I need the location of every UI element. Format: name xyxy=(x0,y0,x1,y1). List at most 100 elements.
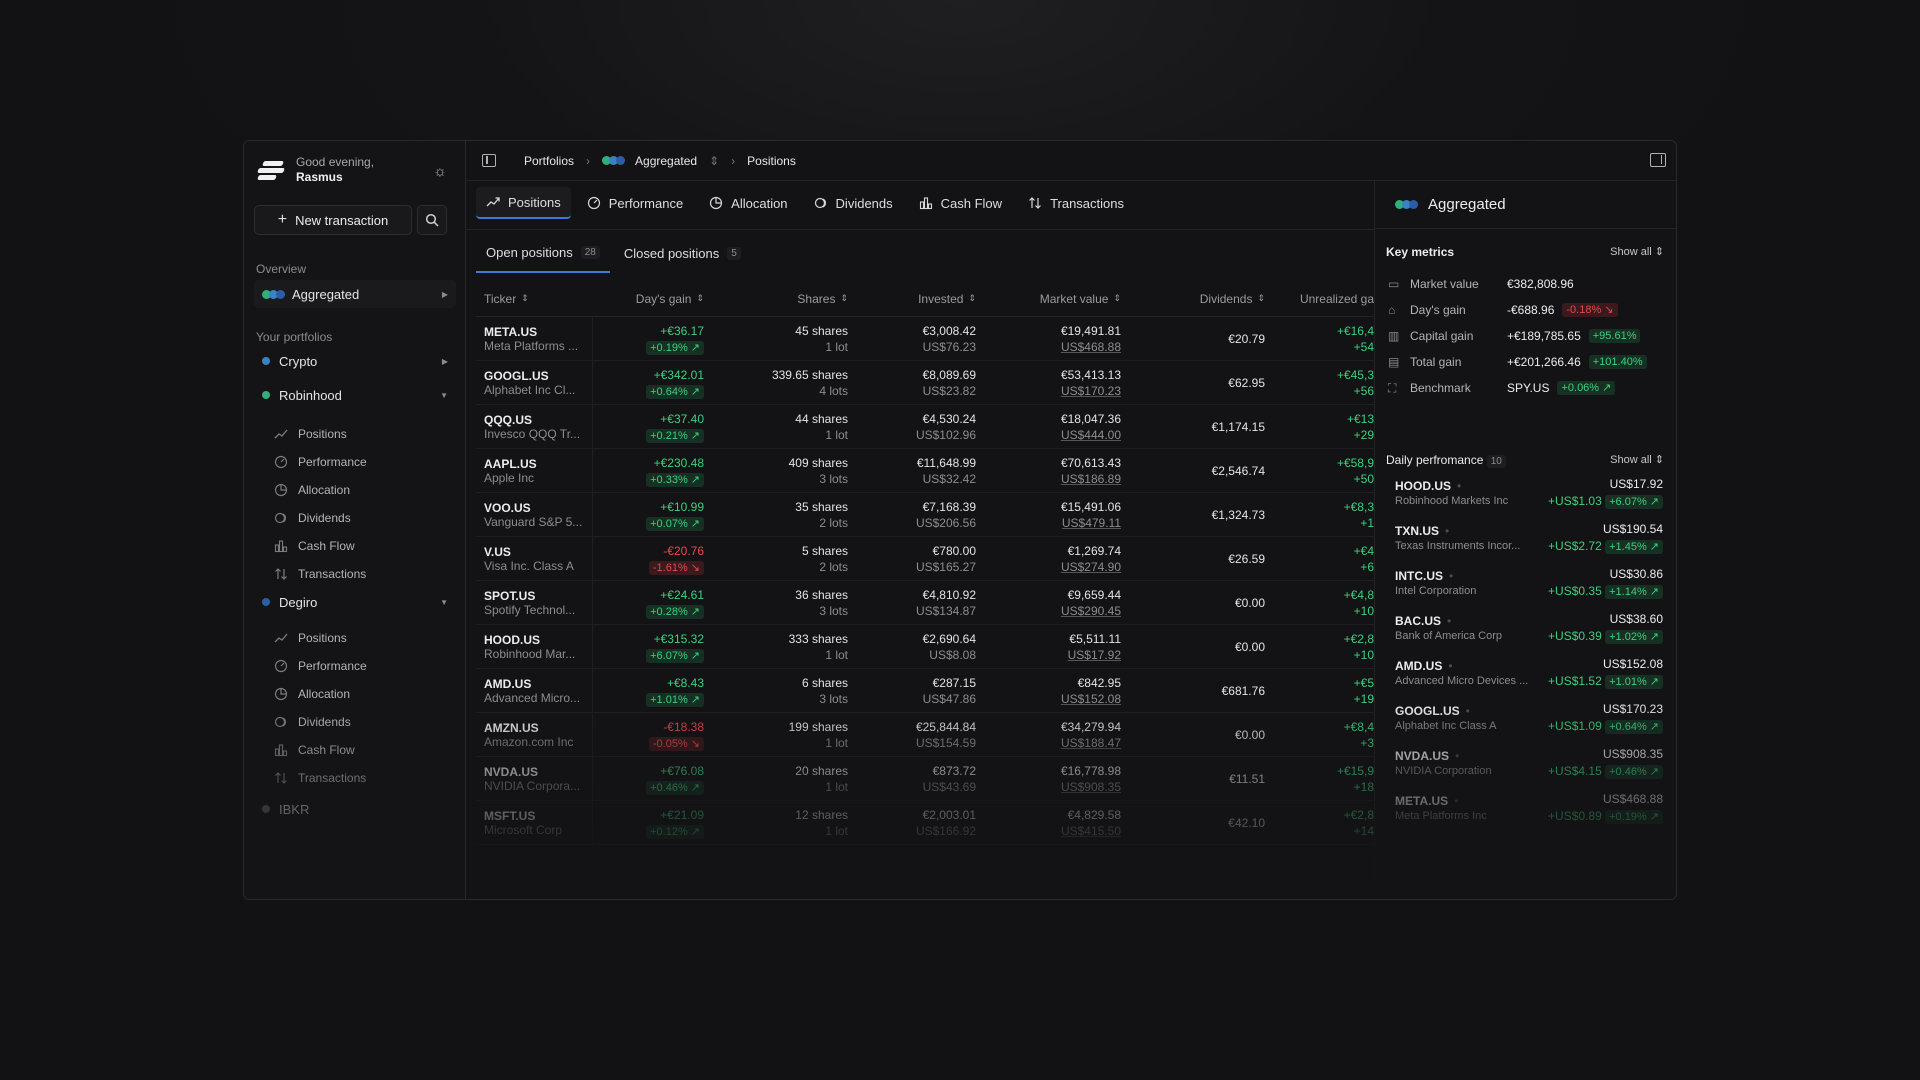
daily-performance-item[interactable]: TXN.US • Texas Instruments Incor... US$190.… xyxy=(1395,520,1663,565)
table-row[interactable]: SPOT.US Spotify Technol... +€24.61 +0.28% ↗… xyxy=(476,581,1374,625)
table-row[interactable]: V.US Visa Inc. Class A -€20.76 -1.61% ↘ 5 sh… xyxy=(476,537,1374,581)
robinhood-transactions[interactable]: Transactions xyxy=(274,563,366,585)
lots-value: 3 lots xyxy=(819,691,848,706)
tab-allocation[interactable]: Allocation xyxy=(699,187,797,219)
daily-performance-item[interactable]: META.US • Meta Platforms Inc US$468.88 +US$0… xyxy=(1395,790,1663,835)
tab-positions[interactable]: Positions xyxy=(476,187,571,219)
degiro-transactions[interactable]: Transactions xyxy=(274,767,366,789)
invested-cell: €25,844.84 US$154.59 xyxy=(848,719,976,751)
breadcrumb-aggregated[interactable]: Aggregated xyxy=(635,154,697,168)
degiro-dividends[interactable]: Dividends xyxy=(274,711,351,733)
table-row[interactable]: NVDA.US NVIDIA Corpora... +€76.08 +0.46% ↗ 2… xyxy=(476,757,1374,801)
robinhood-allocation[interactable]: Allocation xyxy=(274,479,350,501)
robinhood-cash-flow[interactable]: Cash Flow xyxy=(274,535,355,557)
current-price-link[interactable]: US$290.45 xyxy=(976,603,1121,619)
right-panel-toggle-icon[interactable] xyxy=(1650,153,1666,167)
daily-performance-item[interactable]: HOOD.US • Robinhood Markets Inc US$17.92 +US… xyxy=(1395,475,1663,520)
sidebar-item-degiro[interactable]: Degiro ▼ xyxy=(254,588,456,616)
daily-company-name: Intel Corporation xyxy=(1395,585,1477,597)
col-market-value[interactable]: Market value ⇕ xyxy=(976,292,1121,306)
degiro-allocation[interactable]: Allocation xyxy=(274,683,350,705)
col-ticker[interactable]: Ticker ⇕ xyxy=(476,281,593,316)
current-price-link[interactable]: US$415.50 xyxy=(976,823,1121,839)
table-row[interactable]: VOO.US Vanguard S&P 5... +€10.99 +0.07% ↗ 35… xyxy=(476,493,1374,537)
market-value: €16,778.98 xyxy=(1060,763,1121,778)
bar-chart-icon xyxy=(274,744,288,757)
ticker-symbol: V.US xyxy=(484,544,511,559)
ticker-symbol: VOO.US xyxy=(484,500,531,515)
current-price-link[interactable]: US$274.90 xyxy=(976,559,1121,575)
col-dividends[interactable]: Dividends ⇕ xyxy=(1121,292,1265,306)
coins-icon xyxy=(274,512,287,524)
current-price-link[interactable]: US$188.47 xyxy=(976,735,1121,751)
current-price-link[interactable]: US$479.11 xyxy=(976,515,1121,531)
sidebar-item-ibkr[interactable]: IBKR xyxy=(254,795,456,823)
table-row[interactable]: QQQ.US Invesco QQQ Tr... +€37.40 +0.21% ↗ 44… xyxy=(476,405,1374,449)
sidebar-item-aggregated[interactable]: Aggregated ▶ xyxy=(254,280,456,308)
metric-label: Market value xyxy=(1410,277,1479,291)
shares-cell: 45 shares 1 lot xyxy=(710,323,848,355)
col-days-gain[interactable]: Day's gain ⇕ xyxy=(593,292,710,306)
degiro-positions[interactable]: Positions xyxy=(274,627,347,649)
chevron-updown-icon[interactable]: ⇕ xyxy=(709,154,719,168)
degiro-cash-flow[interactable]: Cash Flow xyxy=(274,739,355,761)
daily-performance-item[interactable]: NVDA.US • NVIDIA Corporation US$908.35 +US$4… xyxy=(1395,745,1663,790)
sidebar-item-label: Robinhood xyxy=(279,387,342,403)
tab-dividends[interactable]: Dividends xyxy=(804,187,903,219)
tab-performance[interactable]: Performance xyxy=(577,187,693,219)
daily-performance-item[interactable]: AMD.US • Advanced Micro Devices ... US$152.… xyxy=(1395,655,1663,700)
robinhood-positions[interactable]: Positions xyxy=(274,423,347,445)
col-unrealized-gain[interactable]: Unrealized ga xyxy=(1265,292,1374,306)
sidebar-item-crypto[interactable]: Crypto ▶ xyxy=(254,347,456,375)
degiro-performance[interactable]: Performance xyxy=(274,655,367,677)
current-price-link[interactable]: US$908.35 xyxy=(976,779,1121,795)
daily-performance-item[interactable]: GOOGL.US • Alphabet Inc Class A US$170.23 +U… xyxy=(1395,700,1663,745)
chevron-right-icon: › xyxy=(731,153,736,168)
current-price-link[interactable]: US$468.88 xyxy=(976,339,1121,355)
current-price-link[interactable]: US$170.23 xyxy=(976,383,1121,399)
table-row[interactable]: AMZN.US Amazon.com Inc -€18.38 -0.05% ↘ 199 … xyxy=(476,713,1374,757)
tab-cash-flow[interactable]: Cash Flow xyxy=(909,187,1012,219)
theme-toggle-icon[interactable]: ☼ xyxy=(431,163,449,181)
sidebar-toggle-icon[interactable] xyxy=(482,154,496,167)
show-all-label: Show all xyxy=(1610,454,1652,466)
key-metrics-show-all[interactable]: Show all ⇕ xyxy=(1610,245,1664,258)
avg-price-value: US$47.86 xyxy=(922,691,976,706)
daily-performance-item[interactable]: BAC.US • Bank of America Corp US$38.60 +US$0… xyxy=(1395,610,1663,655)
daily-performance-item[interactable]: INTC.US • Intel Corporation US$30.86 +US$0.3… xyxy=(1395,565,1663,610)
bar-chart-icon xyxy=(919,197,932,210)
robinhood-performance[interactable]: Performance xyxy=(274,451,367,473)
table-row[interactable]: AMD.US Advanced Micro... +€8.43 +1.01% ↗ 6 s… xyxy=(476,669,1374,713)
daily-gain: +US$4.15 xyxy=(1548,764,1602,778)
market-value: €34,279.94 xyxy=(1060,719,1121,734)
shares-cell: 199 shares 1 lot xyxy=(710,719,848,751)
tab-closed-positions[interactable]: Closed positions 5 xyxy=(614,233,751,273)
current-price-link[interactable]: US$444.00 xyxy=(976,427,1121,443)
daily-show-all[interactable]: Show all ⇕ xyxy=(1610,453,1664,466)
robinhood-dividends[interactable]: Dividends xyxy=(274,507,351,529)
unrealized-gain-value: +€15,9 xyxy=(1336,763,1374,778)
table-row[interactable]: GOOGL.US Alphabet Inc Cl... +€342.01 +0.64%… xyxy=(476,361,1374,405)
search-button[interactable] xyxy=(417,205,447,235)
breadcrumb-portfolios[interactable]: Portfolios xyxy=(524,154,574,168)
sidebar-item-robinhood[interactable]: Robinhood ▼ xyxy=(254,381,456,409)
new-transaction-button[interactable]: + New transaction xyxy=(254,205,412,235)
dividends-value: €1,324.73 xyxy=(1211,507,1265,522)
days-gain-pct-badge: +0.19% ↗ xyxy=(646,340,704,355)
current-price-link[interactable]: US$17.92 xyxy=(976,647,1121,663)
shares-value: 12 shares xyxy=(795,807,848,822)
tab-open-positions[interactable]: Open positions 28 xyxy=(476,233,610,273)
ticker-cell: AMZN.US Amazon.com Inc xyxy=(476,713,593,756)
table-row[interactable]: META.US Meta Platforms ... +€36.17 +0.19% ↗… xyxy=(476,317,1374,361)
current-price-link[interactable]: US$186.89 xyxy=(976,471,1121,487)
table-row[interactable]: MSFT.US Microsoft Corp +€21.09 +0.12% ↗ 12 s… xyxy=(476,801,1374,845)
col-shares[interactable]: Shares ⇕ xyxy=(710,292,848,306)
col-invested[interactable]: Invested ⇕ xyxy=(848,292,976,306)
bar-chart-icon xyxy=(274,540,288,553)
current-price-link[interactable]: US$152.08 xyxy=(976,691,1121,707)
portfolio-color-dot xyxy=(262,391,270,399)
unrealized-gain-value: +€8,4 xyxy=(1343,719,1374,734)
tab-transactions[interactable]: Transactions xyxy=(1018,187,1134,219)
table-row[interactable]: AAPL.US Apple Inc +€230.48 +0.33% ↗ 409 shar… xyxy=(476,449,1374,493)
table-row[interactable]: HOOD.US Robinhood Mar... +€315.32 +6.07% ↗ 3… xyxy=(476,625,1374,669)
